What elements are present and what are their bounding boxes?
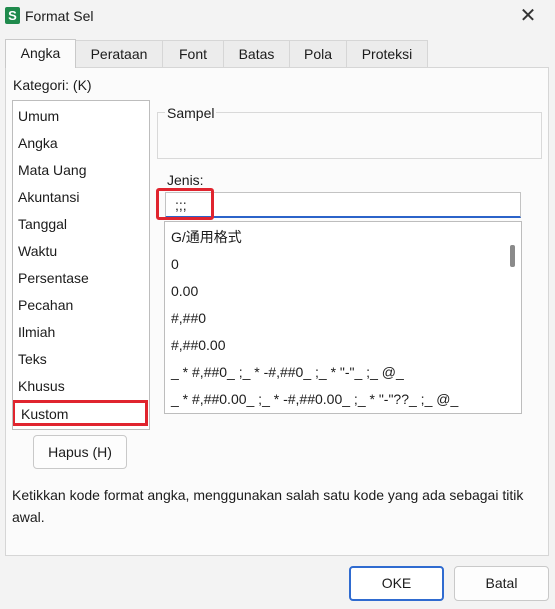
tab-batas[interactable]: Batas <box>223 40 290 67</box>
jenis-input[interactable]: ;;; <box>165 192 521 218</box>
number-format-panel: Kategori: (K) Umum Angka Mata Uang Akunt… <box>5 67 549 556</box>
category-item[interactable]: Angka <box>18 132 58 154</box>
jenis-label: Jenis: <box>167 172 204 188</box>
category-item[interactable]: Waktu <box>18 240 57 262</box>
format-code-item[interactable]: #,##0.00 <box>171 334 226 356</box>
tab-pola[interactable]: Pola <box>289 40 347 67</box>
kategori-label: Kategori: (K) <box>13 77 92 93</box>
format-code-item[interactable]: G/通用格式 <box>171 226 242 248</box>
category-item[interactable]: Umum <box>18 105 59 127</box>
window-title: Format Sel <box>25 8 94 24</box>
category-item[interactable]: Ilmiah <box>18 321 55 343</box>
category-item[interactable]: Tanggal <box>18 213 67 235</box>
sampel-group: Sampel <box>157 98 542 159</box>
hapus-button[interactable]: Hapus (H) <box>33 435 127 469</box>
scrollbar-thumb[interactable] <box>510 245 515 267</box>
format-code-item[interactable]: _ * #,##0.00_ ;_ * -#,##0.00_ ;_ * "-"??… <box>171 388 458 410</box>
category-item[interactable]: Mata Uang <box>18 159 86 181</box>
format-description: Ketikkan kode format angka, menggunakan … <box>12 487 524 525</box>
category-item[interactable]: Teks <box>18 348 47 370</box>
category-item-kustom[interactable]: Kustom <box>21 403 68 425</box>
title-bar: S Format Sel ✕ <box>0 0 555 34</box>
category-list[interactable]: Umum Angka Mata Uang Akuntansi Tanggal W… <box>12 100 150 430</box>
format-code-item[interactable]: _ * #,##0_ ;_ * -#,##0_ ;_ * "-"_ ;_ @_ <box>171 361 404 383</box>
format-code-item[interactable]: #,##0 <box>171 307 206 329</box>
cancel-button[interactable]: Batal <box>454 566 549 601</box>
tab-proteksi[interactable]: Proteksi <box>346 40 428 67</box>
category-item[interactable]: Persentase <box>18 267 89 289</box>
jenis-highlight-annotation <box>156 188 214 220</box>
tab-angka[interactable]: Angka <box>5 39 76 68</box>
format-code-list[interactable]: G/通用格式 0 0.00 #,##0 #,##0.00 _ * #,##0_ … <box>164 221 522 414</box>
format-code-item[interactable]: 0.00 <box>171 280 198 302</box>
category-item[interactable]: Pecahan <box>18 294 73 316</box>
format-code-item[interactable]: 0 <box>171 253 179 275</box>
tab-font[interactable]: Font <box>162 40 224 67</box>
category-item-selected-highlight[interactable]: Kustom <box>13 400 148 426</box>
tab-perataan[interactable]: Perataan <box>75 40 163 67</box>
sampel-label: Sampel <box>165 105 217 121</box>
category-item[interactable]: Khusus <box>18 375 65 397</box>
category-item[interactable]: Akuntansi <box>18 186 79 208</box>
spreadsheet-app-icon: S <box>5 7 20 24</box>
ok-button[interactable]: OKE <box>349 566 444 601</box>
close-icon[interactable]: ✕ <box>515 4 541 28</box>
